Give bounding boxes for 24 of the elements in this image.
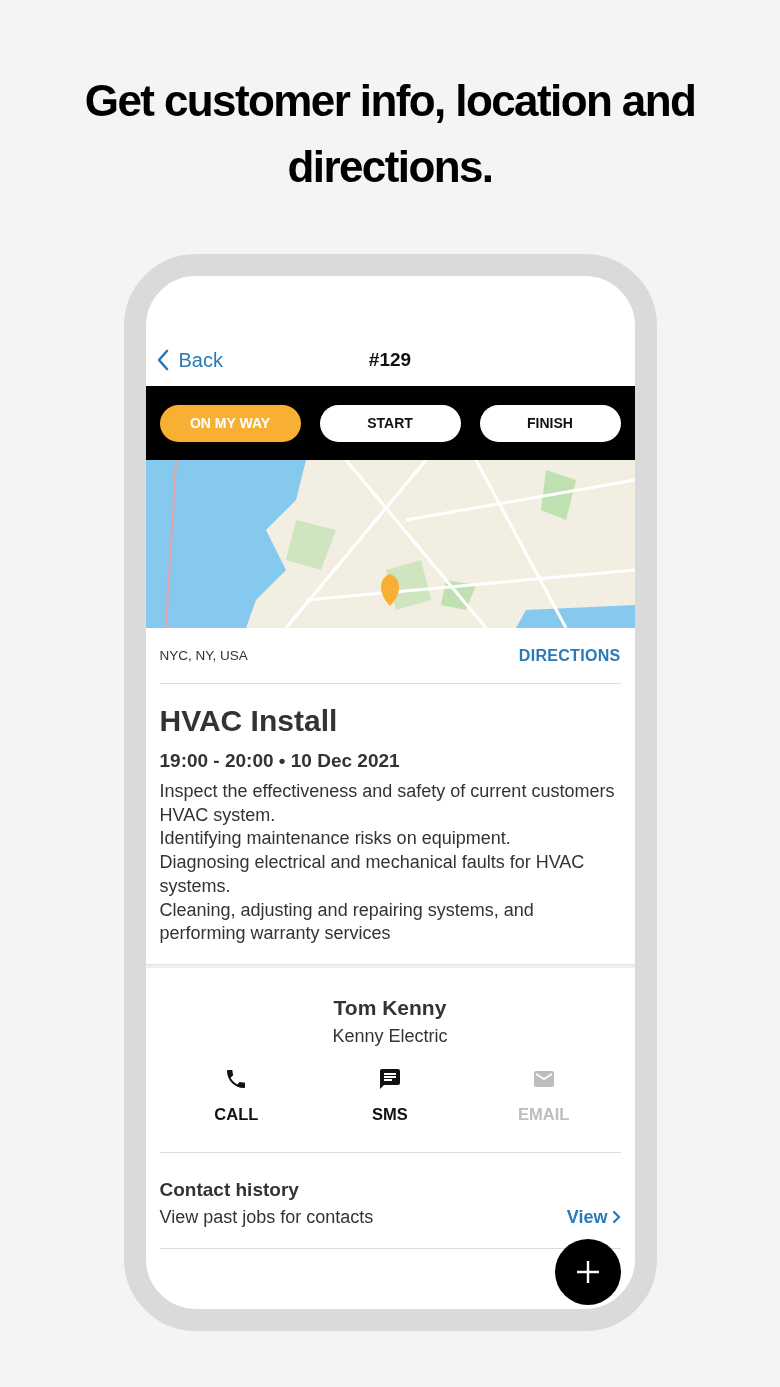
screen-title: #129: [367, 349, 413, 371]
contact-name: Tom Kenny: [333, 995, 447, 1020]
plus-icon: [574, 1259, 601, 1285]
sms-button[interactable]: SMS: [340, 1066, 440, 1124]
section-subtitle: View past jobs for contacts: [159, 1206, 375, 1228]
message-icon: [378, 1066, 402, 1091]
directions-link[interactable]: DIRECTIONS: [518, 646, 621, 665]
job-title: HVAC Install: [159, 704, 339, 738]
call-button[interactable]: CALL: [186, 1066, 287, 1124]
section-title: Contact history: [159, 1178, 300, 1201]
job-time: 19:00 - 20:00 • 10 Dec 2021: [159, 750, 401, 772]
job-description: Inspect the effectiveness and safety of current customers HVAC system.: [159, 780, 616, 827]
back-chevron-icon: [155, 349, 170, 371]
job-description: Cleaning, adjusting and repairing systems, and performing warranty services: [159, 898, 535, 946]
status-button[interactable]: FINISH: [479, 404, 621, 442]
back-link[interactable]: Back: [155, 348, 223, 372]
company-name: Kenny Electric: [332, 1025, 448, 1047]
view-link[interactable]: View: [566, 1206, 608, 1228]
job-description: Diagnosing electrical and mechanical faults for HVAC systems.: [159, 851, 586, 898]
job-description: Identifying maintenance risks on equipment.: [159, 827, 512, 851]
chevron-right-icon: [611, 1209, 621, 1224]
status-button[interactable]: START: [319, 404, 461, 442]
headline: Get customer info, location and directions.: [83, 75, 697, 193]
address: NYC, NY, USA: [159, 648, 248, 663]
